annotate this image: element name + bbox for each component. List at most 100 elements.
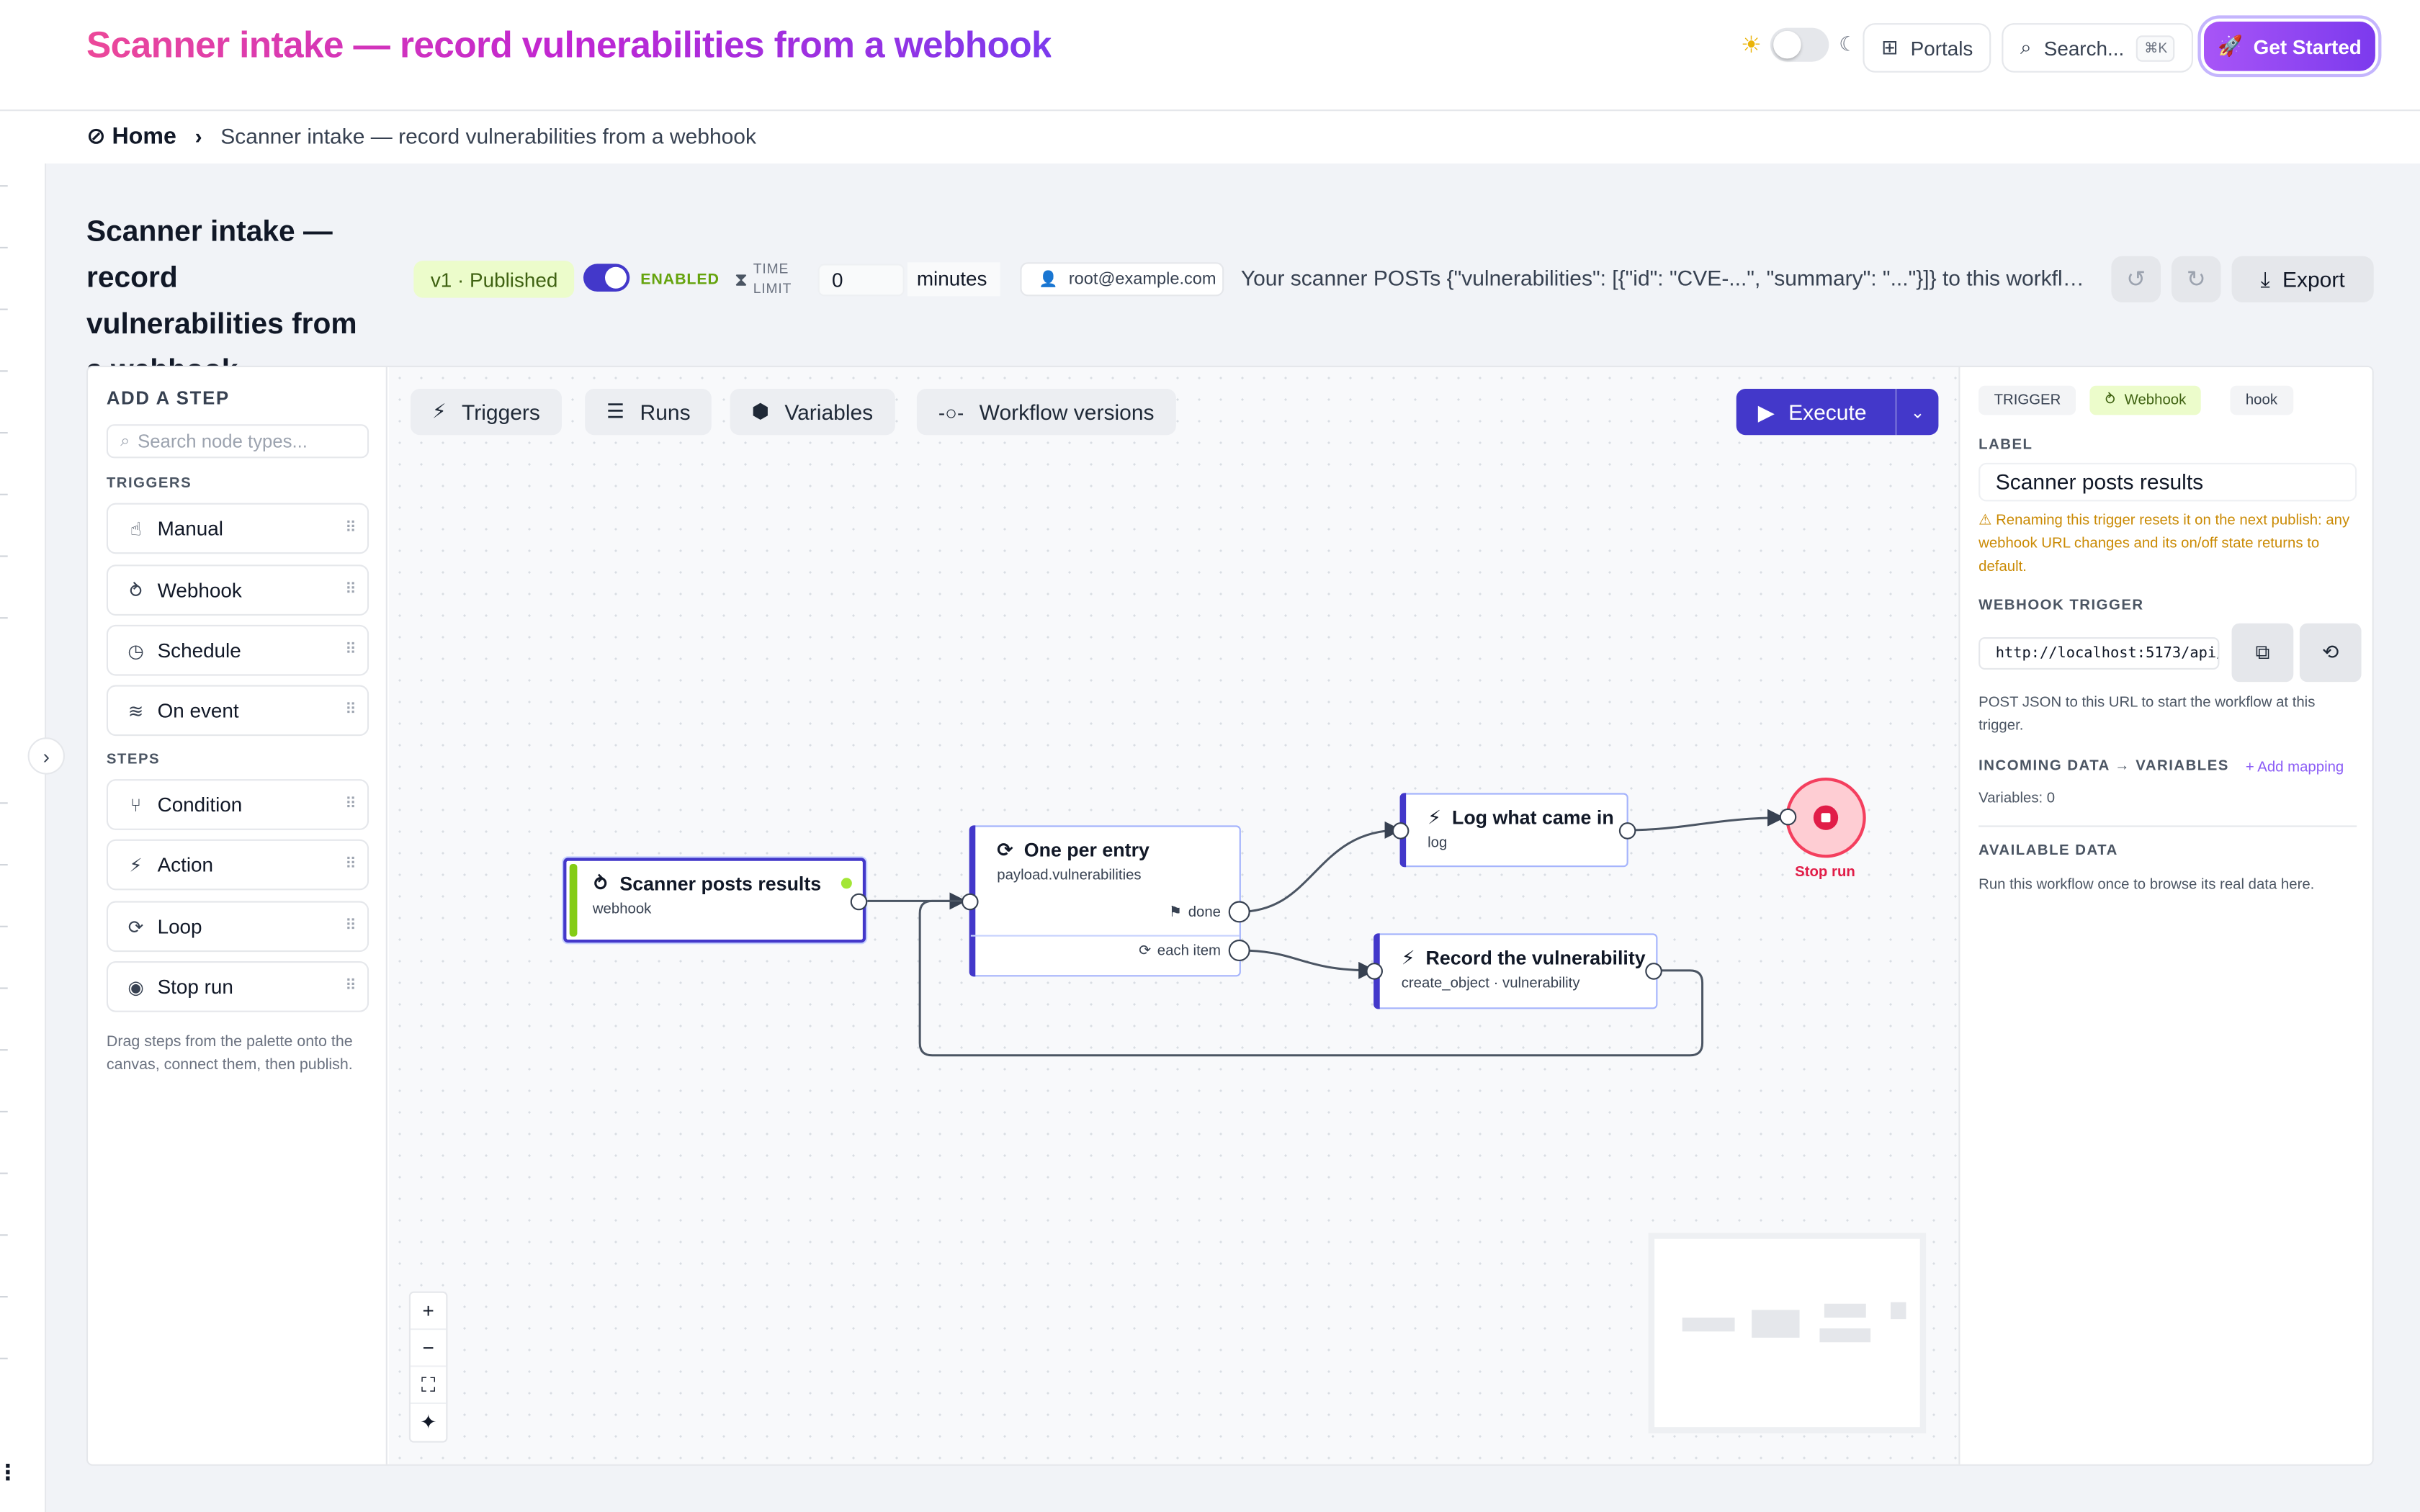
add-mapping-button[interactable]: + Add mapping [2246,759,2344,776]
enabled-toggle[interactable] [583,264,630,292]
tag-webhook: ⥁ Webhook [2089,385,2202,415]
steps-heading: STEPS [106,751,161,769]
drag-handle-icon[interactable]: ⠿ [345,918,357,935]
zoom-in-button[interactable]: + [411,1293,447,1331]
theme-toggle[interactable]: ☀ ☾ [1741,27,1857,62]
node-stop[interactable] [1785,778,1866,858]
time-limit-unit[interactable]: minutes [908,262,1000,297]
port-loop-done[interactable] [1228,901,1250,923]
drag-handle-icon[interactable]: ⠿ [345,978,357,996]
redo-button[interactable]: ↻ [2172,256,2221,302]
workflow-description[interactable]: Your scanner POSTs {"vulnerabilities": [… [1241,266,2093,290]
time-limit-input[interactable]: 0 [817,264,905,297]
port-loop-in[interactable] [962,893,979,911]
stop-icon: ◉ [127,976,144,998]
breadcrumb-home[interactable]: ⊘ Home [86,122,176,150]
palette-hint: Drag steps from the palette onto the can… [106,1033,353,1074]
edge-log-stop [1628,809,1785,832]
port-trigger-out[interactable] [850,893,868,911]
stop-label: Stop run [1795,864,1855,881]
drag-handle-icon[interactable]: ⠿ [345,702,357,719]
tag-trigger: TRIGGER [1978,385,2076,415]
zoom-out-button[interactable]: − [411,1330,447,1367]
palette-item-stop-run[interactable]: ◉ Stop run ⠿ [106,961,369,1012]
node-record[interactable]: ⚡ Record the vulnerability create_object… [1373,933,1658,1009]
regenerate-url-button[interactable]: ⟲ [2299,623,2362,683]
palette-item-webhook[interactable]: ⥁ Webhook ⠿ [106,564,369,616]
undo-button[interactable]: ↺ [2111,256,2161,302]
drag-handle-icon[interactable]: ⠿ [345,582,357,599]
export-button[interactable]: ⤓ Export [2231,256,2374,302]
node-subtitle: webhook [592,901,652,918]
label-input[interactable]: Scanner posts results [1978,462,2357,502]
palette-item-condition[interactable]: ⑂ Condition ⠿ [106,779,369,830]
webhook-icon: ⥁ [592,873,609,895]
triggers-heading: TRIGGERS [106,475,192,492]
drag-handle-icon[interactable]: ⠿ [345,520,357,537]
port-record-in[interactable] [1366,963,1383,980]
refresh-icon: ⟲ [2322,640,2339,664]
search-placeholder: Search... [2043,36,2125,60]
rename-warning: ⚠ Renaming this trigger resets it on the… [1978,512,2350,576]
theme-switch[interactable] [1770,27,1830,62]
magic-wand-icon: ✦ [419,1410,437,1434]
fit-icon: ⛶ [421,1372,436,1396]
sun-icon: ☀ [1741,32,1762,59]
port-log-out[interactable] [1618,822,1636,840]
search-icon: ⌕ [2020,35,2032,59]
more-icon[interactable]: ⋮ [0,1459,19,1485]
editor-panel: ADD A STEP ⌕ Search node types... TRIGGE… [86,365,2374,1466]
palette-item-label: Webhook [157,578,242,602]
flag-icon: ⚑ [1168,904,1183,922]
drag-handle-icon[interactable]: ⠿ [345,796,357,814]
minimap[interactable] [1648,1233,1927,1434]
minus-icon: − [422,1336,434,1359]
webhook-icon: ⥁ [129,579,143,601]
search-shortcut: ⌘K [2136,35,2175,61]
portals-button[interactable]: ⊞ Portals [1863,23,1992,73]
port-stop-in[interactable] [1779,808,1797,826]
copy-icon: ⧉ [2255,640,2270,664]
palette-item-loop[interactable]: ⟳ Loop ⠿ [106,901,369,953]
palette-search-input[interactable]: ⌕ Search node types... [106,424,369,459]
zoom-controls: + − ⛶ ✦ [408,1291,448,1443]
palette-item-on-event[interactable]: ≋ On event ⠿ [106,685,369,737]
palette-item-action[interactable]: ⚡ Action ⠿ [106,839,369,891]
edge-loop-done-log [1239,821,1402,913]
port-record-out[interactable] [1645,963,1662,980]
rocket-icon: 🚀 [2217,34,2243,58]
search-button[interactable]: ⌕ Search... ⌘K [2002,23,2193,73]
auto-layout-button[interactable]: ✦ [411,1404,446,1441]
palette-item-label: Manual [157,516,223,540]
version-badge[interactable]: v1 · Published [413,261,575,298]
workflow-canvas[interactable]: ⚡ Triggers ☰ Runs ⬢ Variables -○- Workfl… [389,366,1959,1464]
port-log-in[interactable] [1392,822,1410,840]
drag-handle-icon[interactable]: ⠿ [345,642,357,659]
owner-email: root@example.com [1068,270,1216,289]
drag-handle-icon[interactable]: ⠿ [345,856,357,873]
left-rail: ⋮ [0,163,47,1512]
node-trigger[interactable]: ⥁ Scanner posts results webhook [563,858,866,943]
owner-chip[interactable]: 👤 root@example.com [1020,262,1224,297]
palette-item-manual[interactable]: ☝ Manual ⠿ [106,503,369,554]
palette-item-label: On event [157,698,239,722]
active-indicator [841,878,853,889]
undo-icon: ↺ [2126,266,2146,294]
palette-item-label: Loop [157,914,202,938]
node-log[interactable]: ⚡ Log what came in log [1399,793,1628,868]
portals-label: Portals [1910,36,1973,60]
get-started-button[interactable]: 🚀 Get Started [2204,22,2375,71]
port-loop-each[interactable] [1228,940,1250,961]
enabled-label: ENABLED [640,271,720,289]
edge-loop-each-record [1239,949,1376,979]
palette-item-schedule[interactable]: ◷ Schedule ⠿ [106,624,369,676]
webhook-help: POST JSON to this URL to start the workf… [1978,694,2316,734]
fit-view-button[interactable]: ⛶ [411,1367,447,1404]
incoming-heading: INCOMING DATA → VARIABLES [1978,757,2229,775]
node-subtitle: payload.vulnerabilities [997,867,1142,884]
copy-url-button[interactable]: ⧉ [2231,623,2294,683]
available-help: Run this workflow once to browse its rea… [1978,876,2315,894]
node-loop[interactable]: ⟳ One per entry payload.vulnerabilities … [969,825,1241,977]
webhook-url-field[interactable]: http://localhost:5173/api/webhooks/ [1978,637,2220,670]
expand-sidebar-button[interactable]: › [27,737,65,775]
